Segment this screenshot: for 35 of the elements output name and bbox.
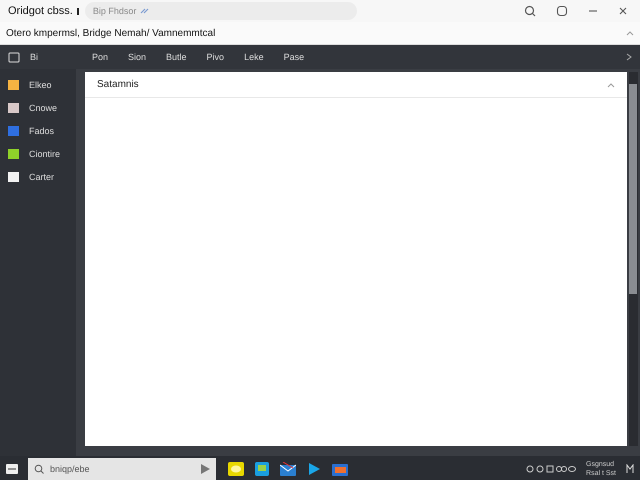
search-icon — [34, 464, 44, 474]
sidebar-item[interactable]: Cnowe — [29, 102, 58, 112]
folder-app-icon[interactable] — [332, 462, 348, 476]
menu-item[interactable]: Pivo — [198, 50, 232, 64]
caret-up-icon[interactable] — [626, 30, 634, 36]
breadcrumb: Otero kmpermsl, Bridge Nemah/ Vamnemmtcal — [6, 28, 216, 38]
menu-item[interactable]: Pon — [84, 50, 116, 64]
restore-icon[interactable] — [556, 5, 568, 17]
link-icon — [140, 7, 150, 15]
menu-label: Bi — [30, 52, 40, 62]
play-app-icon[interactable] — [307, 462, 321, 476]
search-icon[interactable] — [524, 5, 536, 17]
sidebar-item[interactable]: Ciontire — [29, 148, 60, 158]
window-app-icon[interactable] — [255, 462, 269, 476]
chat-app-icon[interactable] — [228, 462, 244, 476]
start-icon[interactable] — [6, 464, 18, 474]
sidebar-item[interactable]: Elkeo — [29, 80, 52, 90]
scrollbar-thumb[interactable] — [629, 84, 637, 294]
mail-app-icon[interactable] — [280, 462, 296, 476]
scrollbar[interactable] — [629, 72, 638, 446]
collapse-icon[interactable] — [607, 82, 615, 88]
play-icon — [201, 464, 210, 474]
tray-icons-drawing[interactable] — [526, 464, 576, 474]
menu-item[interactable]: Pase — [276, 50, 312, 64]
sidebar-item[interactable]: Carter — [29, 172, 54, 182]
chevron-right-icon[interactable] — [626, 53, 632, 61]
menu-item[interactable]: Leke — [236, 50, 272, 64]
taskbar-search-field[interactable]: bniqp/ebe — [28, 458, 216, 480]
close-icon[interactable] — [618, 6, 628, 16]
sidebar-item[interactable]: Fados — [29, 126, 54, 136]
menu-item[interactable]: Butle — [158, 50, 195, 64]
panel-title: Satamnis — [97, 79, 139, 90]
menu-item[interactable]: Sion — [120, 50, 154, 64]
window-title: Oridgot cbss. — [8, 5, 73, 17]
window-icon[interactable] — [8, 52, 20, 62]
